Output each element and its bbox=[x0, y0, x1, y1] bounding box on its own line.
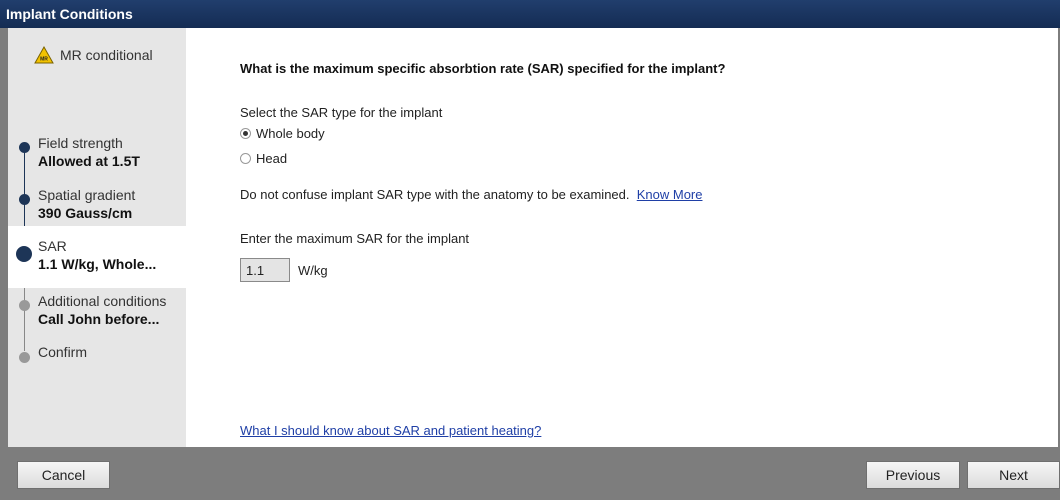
previous-button[interactable]: Previous bbox=[866, 461, 960, 489]
radio-button[interactable] bbox=[240, 153, 251, 164]
step-done-dot bbox=[19, 194, 30, 205]
step-done-dot bbox=[19, 142, 30, 153]
step-pending-dot bbox=[19, 352, 30, 363]
step-label: Spatial gradient bbox=[38, 187, 136, 203]
step-additional-conditions[interactable]: Additional conditions Call John before..… bbox=[8, 290, 186, 340]
dialog-content: MR MR conditional Field strength Allowed… bbox=[8, 28, 1058, 447]
sar-type-warning: Do not confuse implant SAR type with the… bbox=[240, 187, 702, 202]
max-sar-input[interactable] bbox=[240, 258, 290, 282]
know-more-link[interactable]: Know More bbox=[637, 187, 703, 202]
step-label: Field strength bbox=[38, 135, 123, 151]
step-label: Additional conditions bbox=[38, 293, 167, 309]
sar-type-option-whole-body[interactable]: Whole body bbox=[240, 126, 325, 141]
sar-type-prompt: Select the SAR type for the implant bbox=[240, 105, 443, 120]
step-spatial-gradient[interactable]: Spatial gradient 390 Gauss/cm bbox=[8, 184, 186, 224]
sar-step-panel: What is the maximum specific absorbtion … bbox=[186, 28, 1058, 447]
step-field-strength[interactable]: Field strength Allowed at 1.5T bbox=[8, 132, 186, 180]
step-sar[interactable]: SAR 1.1 W/kg, Whole... bbox=[8, 226, 186, 288]
window-title: Implant Conditions bbox=[0, 0, 1060, 28]
step-value: Call John before... bbox=[38, 311, 160, 327]
step-label: Confirm bbox=[38, 344, 88, 360]
step-label: SAR bbox=[38, 238, 67, 254]
step-value: Allowed at 1.5T bbox=[38, 153, 140, 169]
radio-label: Head bbox=[256, 151, 288, 166]
step-current-dot bbox=[16, 246, 32, 262]
step-value: 390 Gauss/cm bbox=[38, 205, 133, 221]
mr-status-label: MR conditional bbox=[60, 47, 153, 63]
max-sar-unit: W/kg bbox=[298, 263, 328, 278]
steps-sidebar: MR MR conditional Field strength Allowed… bbox=[8, 28, 186, 447]
sar-question: What is the maximum specific absorbtion … bbox=[240, 61, 726, 76]
step-confirm[interactable]: Confirm bbox=[8, 342, 186, 368]
sar-heating-help-link[interactable]: What I should know about SAR and patient… bbox=[240, 423, 541, 438]
cancel-button[interactable]: Cancel bbox=[17, 461, 110, 489]
implant-conditions-dialog: Implant Conditions MR MR conditional Fie… bbox=[0, 0, 1060, 500]
dialog-footer: Cancel Previous Next bbox=[0, 447, 1060, 500]
max-sar-prompt: Enter the maximum SAR for the implant bbox=[240, 231, 470, 246]
step-pending-dot bbox=[19, 300, 30, 311]
radio-button-selected[interactable] bbox=[240, 128, 251, 139]
next-button[interactable]: Next bbox=[967, 461, 1060, 489]
radio-label: Whole body bbox=[256, 126, 325, 141]
sar-type-option-head[interactable]: Head bbox=[240, 151, 287, 166]
svg-text:MR: MR bbox=[40, 57, 48, 63]
step-value: 1.1 W/kg, Whole... bbox=[38, 256, 157, 272]
mr-status: MR MR conditional bbox=[34, 45, 153, 65]
warning-text: Do not confuse implant SAR type with the… bbox=[240, 187, 630, 202]
mr-conditional-warning-icon: MR bbox=[34, 46, 54, 64]
